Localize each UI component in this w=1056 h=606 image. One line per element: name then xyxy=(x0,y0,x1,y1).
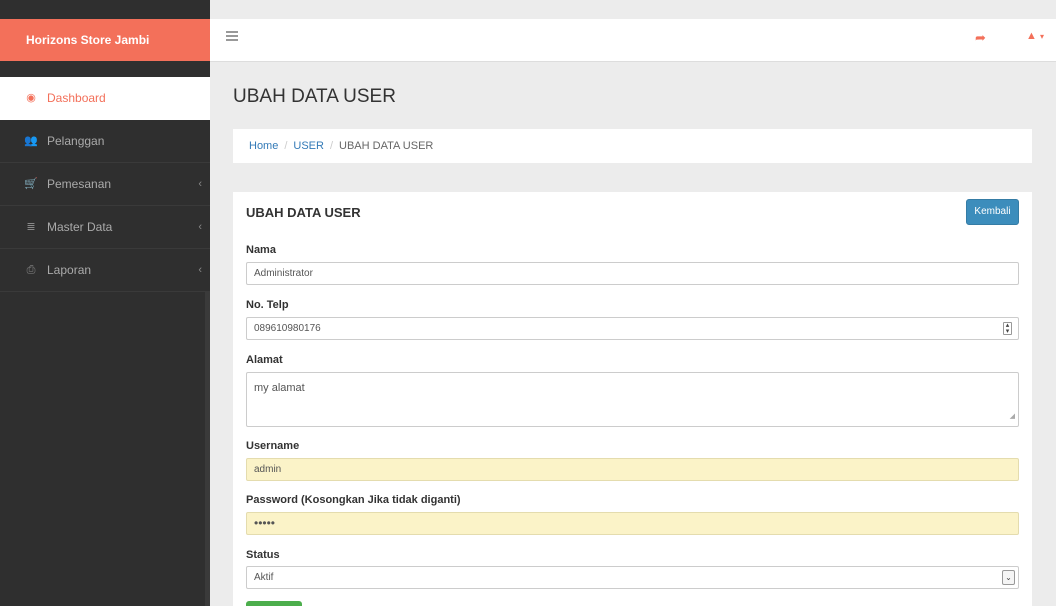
username-label: Username xyxy=(246,440,300,452)
alamat-label: Alamat xyxy=(246,354,283,366)
sidebar-divider xyxy=(205,292,210,606)
sidebar-item-label: Pemesanan xyxy=(47,177,112,191)
number-spinner-icon[interactable]: ▴ ▾ xyxy=(1003,322,1012,335)
password-field[interactable]: ••••• xyxy=(246,512,1019,535)
cart-icon: 🛒 xyxy=(24,178,38,190)
chevron-left-icon: ‹ xyxy=(198,221,202,233)
breadcrumb-user[interactable]: USER xyxy=(293,140,324,152)
sidebar-item-label: Pelanggan xyxy=(47,134,105,148)
breadcrumb-separator: / xyxy=(329,140,334,152)
print-icon: ⎙ xyxy=(26,264,36,276)
breadcrumb-current: UBAH DATA USER xyxy=(339,140,434,152)
sidebar-item-label: Laporan xyxy=(47,263,92,277)
telp-label: No. Telp xyxy=(246,299,289,311)
sidebar: Horizons Store Jambi ◉ Dashboard 👥 Pelan… xyxy=(0,0,210,606)
status-select[interactable]: Aktif ⌄ xyxy=(246,566,1019,589)
telp-field[interactable]: 089610980176 ▴ ▾ xyxy=(246,317,1019,340)
menu-toggle-icon[interactable] xyxy=(226,31,238,41)
telp-value: 089610980176 xyxy=(254,323,321,334)
breadcrumb-separator: / xyxy=(284,140,288,152)
top-navbar: ➦ ▲ ▾ xyxy=(210,19,1056,62)
user-icon[interactable]: ▲ xyxy=(1026,30,1037,42)
dashboard-icon: ◉ xyxy=(26,92,36,104)
password-label: Password (Kosongkan Jika tidak diganti) xyxy=(246,494,461,506)
alamat-textarea[interactable]: my alamat ◢ xyxy=(246,372,1019,427)
brand-logo[interactable]: Horizons Store Jambi xyxy=(0,19,210,61)
chevron-left-icon: ‹ xyxy=(198,264,202,276)
panel-title: UBAH DATA USER xyxy=(246,205,361,220)
chevron-down-icon[interactable]: ▾ xyxy=(1040,32,1044,41)
sidebar-item-label: Dashboard xyxy=(47,91,106,105)
sidebar-item-laporan[interactable]: ⎙ Laporan ‹ xyxy=(0,249,210,292)
sidebar-item-dashboard[interactable]: ◉ Dashboard xyxy=(0,77,210,120)
back-button[interactable]: Kembali xyxy=(966,199,1019,225)
breadcrumb: Home / USER / UBAH DATA USER xyxy=(233,129,1032,163)
chevron-down-icon[interactable]: ⌄ xyxy=(1002,570,1015,585)
edit-user-panel: UBAH DATA USER Kembali Nama Administrato… xyxy=(233,192,1032,606)
status-label: Status xyxy=(246,549,280,561)
page-title: UBAH DATA USER xyxy=(233,86,396,107)
status-value: Aktif xyxy=(254,572,274,583)
sidebar-item-pemesanan[interactable]: 🛒 Pemesanan ‹ xyxy=(0,163,210,206)
nama-label: Nama xyxy=(246,244,276,256)
chevron-left-icon: ‹ xyxy=(198,178,202,190)
save-button[interactable] xyxy=(246,601,302,606)
username-field[interactable]: admin xyxy=(246,458,1019,481)
sidebar-item-pelanggan[interactable]: 👥 Pelanggan xyxy=(0,120,210,163)
resize-handle-icon[interactable]: ◢ xyxy=(1010,410,1015,424)
alamat-value: my alamat xyxy=(254,382,305,394)
nama-field[interactable]: Administrator xyxy=(246,262,1019,285)
share-icon[interactable]: ➦ xyxy=(975,30,986,46)
database-icon: ≣ xyxy=(26,221,36,233)
sidebar-nav: ◉ Dashboard 👥 Pelanggan 🛒 Pemesanan ‹ ≣ … xyxy=(0,77,210,292)
sidebar-item-label: Master Data xyxy=(47,220,113,234)
sidebar-item-master-data[interactable]: ≣ Master Data ‹ xyxy=(0,206,210,249)
breadcrumb-home[interactable]: Home xyxy=(249,140,278,152)
users-icon: 👥 xyxy=(24,135,38,147)
